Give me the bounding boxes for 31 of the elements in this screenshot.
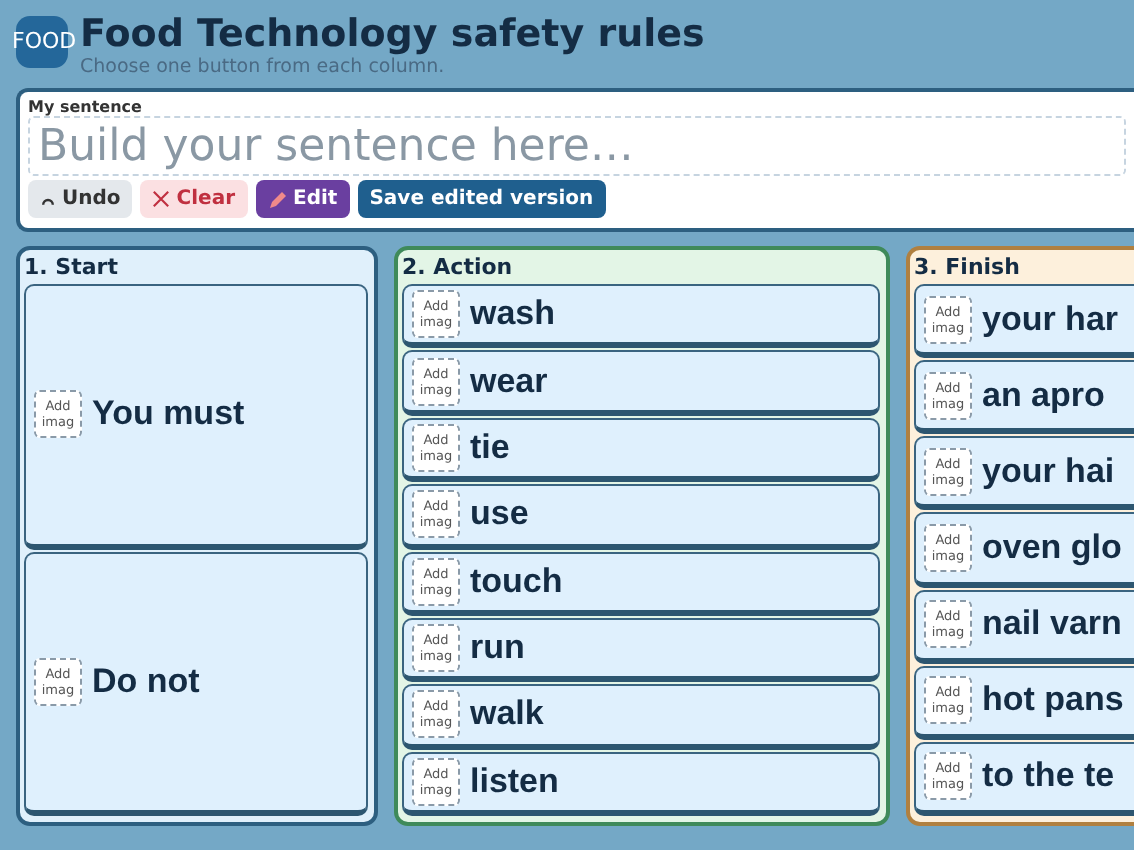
instructions-text: Choose one button from each column.: [80, 56, 447, 78]
pencil-icon: [267, 189, 288, 209]
word-text: listen: [470, 761, 559, 802]
word-text: wear: [470, 361, 548, 402]
word-text: run: [470, 628, 525, 669]
save-button[interactable]: Save edited version: [357, 180, 606, 218]
word-text: tie: [470, 427, 510, 468]
word-text: your har: [982, 299, 1119, 340]
word-text: hot pans: [982, 680, 1124, 721]
sentence-field[interactable]: Build your sentence here…: [28, 116, 1126, 176]
word-text: Do not: [92, 661, 200, 702]
word-text: an apro: [982, 375, 1105, 416]
close-icon: [152, 190, 171, 208]
column-heading: 2. Action: [402, 252, 515, 284]
edit-button[interactable]: Edit: [255, 180, 350, 218]
word-text: oven glo: [982, 527, 1122, 568]
undo-button[interactable]: Undo: [28, 180, 133, 218]
word-text: wash: [470, 294, 556, 335]
page-title: Food Technology safety rules: [80, 12, 705, 56]
word-text: your hai: [982, 451, 1115, 492]
word-text: You must: [92, 394, 245, 435]
word-text: walk: [470, 694, 544, 735]
logo-text: FOOD: [12, 28, 77, 54]
clear-button[interactable]: Clear: [140, 180, 248, 218]
column-heading: 3. Finish: [914, 252, 1022, 284]
word-text: nail varn: [982, 604, 1122, 645]
word-text: use: [470, 494, 529, 535]
column-heading: 1. Start: [24, 252, 120, 284]
word-text: touch: [470, 561, 563, 602]
sentence-label: My sentence: [28, 98, 144, 116]
word-text: to the te: [982, 756, 1115, 797]
